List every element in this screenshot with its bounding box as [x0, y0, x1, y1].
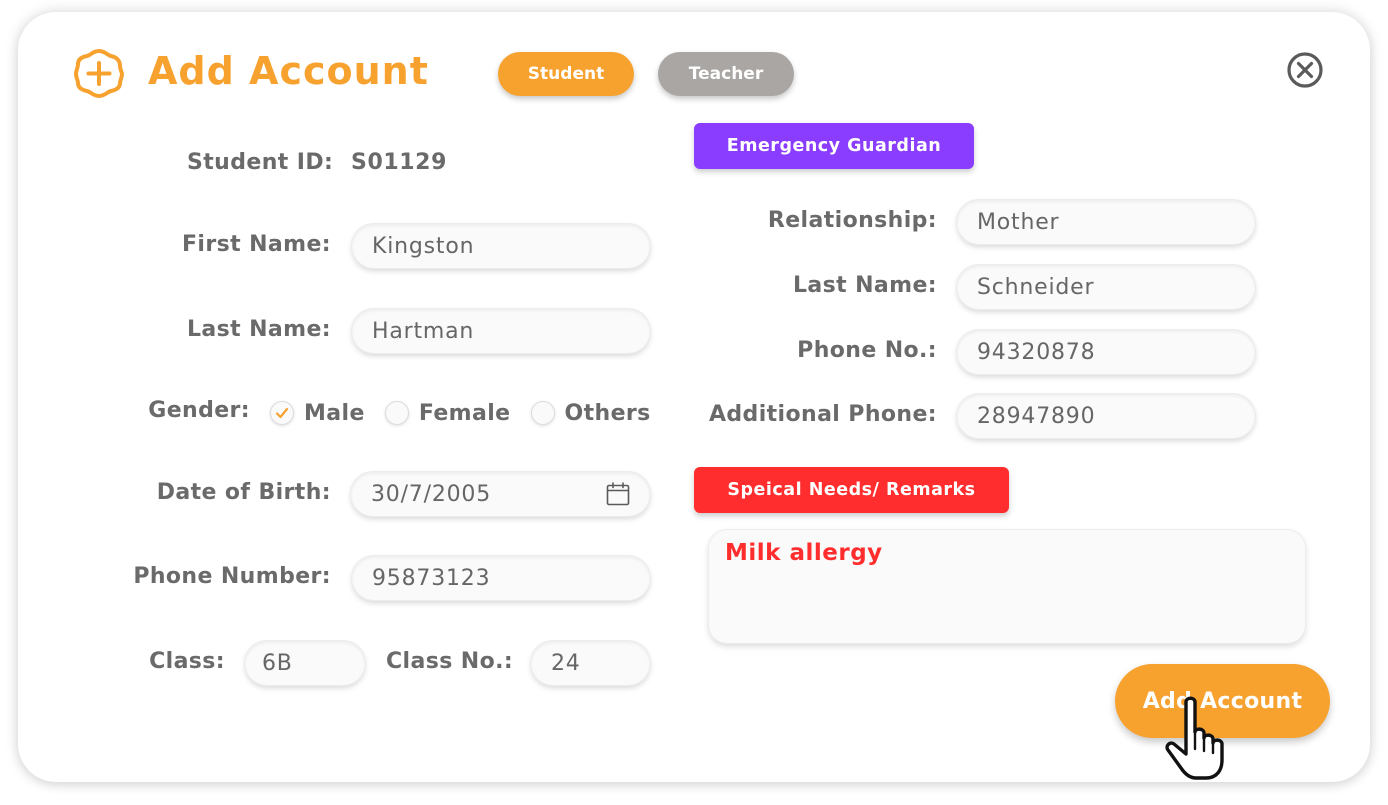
additional-phone-field[interactable]: 28947890	[957, 394, 1255, 438]
emergency-guardian-header: Emergency Guardian	[694, 123, 974, 169]
dob-value: 30/7/2005	[371, 481, 492, 507]
guardian-last-name-field[interactable]: Schneider	[957, 265, 1255, 309]
guardian-last-name-value: Schneider	[977, 274, 1095, 300]
first-name-field[interactable]: Kingston	[352, 224, 650, 268]
relationship-label: Relationship:	[767, 208, 937, 233]
gender-others-label[interactable]: Others	[565, 401, 651, 426]
guardian-last-name-label: Last Name:	[792, 273, 937, 298]
guardian-phone-field[interactable]: 94320878	[957, 330, 1255, 374]
gender-label: Gender:	[148, 398, 250, 423]
remarks-header: Speical Needs/ Remarks	[694, 467, 1009, 513]
class-field[interactable]: 6B	[245, 641, 365, 685]
add-circle-icon	[74, 49, 124, 98]
class-no-label: Class No.:	[386, 649, 514, 674]
close-icon[interactable]	[1286, 51, 1324, 89]
hand-pointer-icon	[1165, 696, 1224, 780]
gender-radio-group: Male Female Others	[270, 398, 651, 428]
page-title: Add Account	[148, 49, 429, 93]
additional-phone-value: 28947890	[977, 403, 1096, 429]
guardian-phone-label: Phone No.:	[797, 338, 937, 363]
phone-number-label: Phone Number:	[133, 564, 331, 589]
first-name-value: Kingston	[372, 233, 475, 259]
class-no-value: 24	[551, 650, 581, 676]
class-no-field[interactable]: 24	[531, 641, 650, 685]
remarks-text: Milk allergy	[725, 540, 883, 566]
student-id-label: Student ID:	[187, 150, 334, 175]
calendar-icon[interactable]	[606, 482, 630, 506]
gender-male-label[interactable]: Male	[304, 401, 365, 426]
gender-female-label[interactable]: Female	[419, 401, 511, 426]
gender-male-radio[interactable]	[270, 401, 294, 425]
first-name-label: First Name:	[182, 232, 331, 257]
gender-female-radio[interactable]	[384, 401, 409, 425]
last-name-field[interactable]: Hartman	[352, 309, 650, 353]
class-value: 6B	[262, 650, 293, 676]
guardian-phone-value: 94320878	[977, 339, 1096, 365]
relationship-value: Mother	[977, 209, 1060, 235]
last-name-value: Hartman	[372, 318, 475, 344]
phone-number-field[interactable]: 95873123	[352, 556, 650, 600]
tab-teacher[interactable]: Teacher	[658, 52, 794, 96]
class-label: Class:	[149, 649, 225, 674]
remarks-textarea[interactable]: Milk allergy	[709, 530, 1305, 643]
additional-phone-label: Additional Phone:	[708, 402, 937, 427]
dob-field[interactable]: 30/7/2005	[351, 472, 650, 516]
phone-number-value: 95873123	[372, 565, 491, 591]
student-id-value: S01129	[351, 150, 447, 175]
relationship-field[interactable]: Mother	[957, 200, 1255, 244]
gender-others-radio[interactable]	[530, 401, 555, 425]
dob-label: Date of Birth:	[156, 480, 331, 505]
checkmark-icon	[275, 407, 289, 419]
last-name-label: Last Name:	[186, 317, 331, 342]
tab-student[interactable]: Student	[498, 52, 634, 96]
